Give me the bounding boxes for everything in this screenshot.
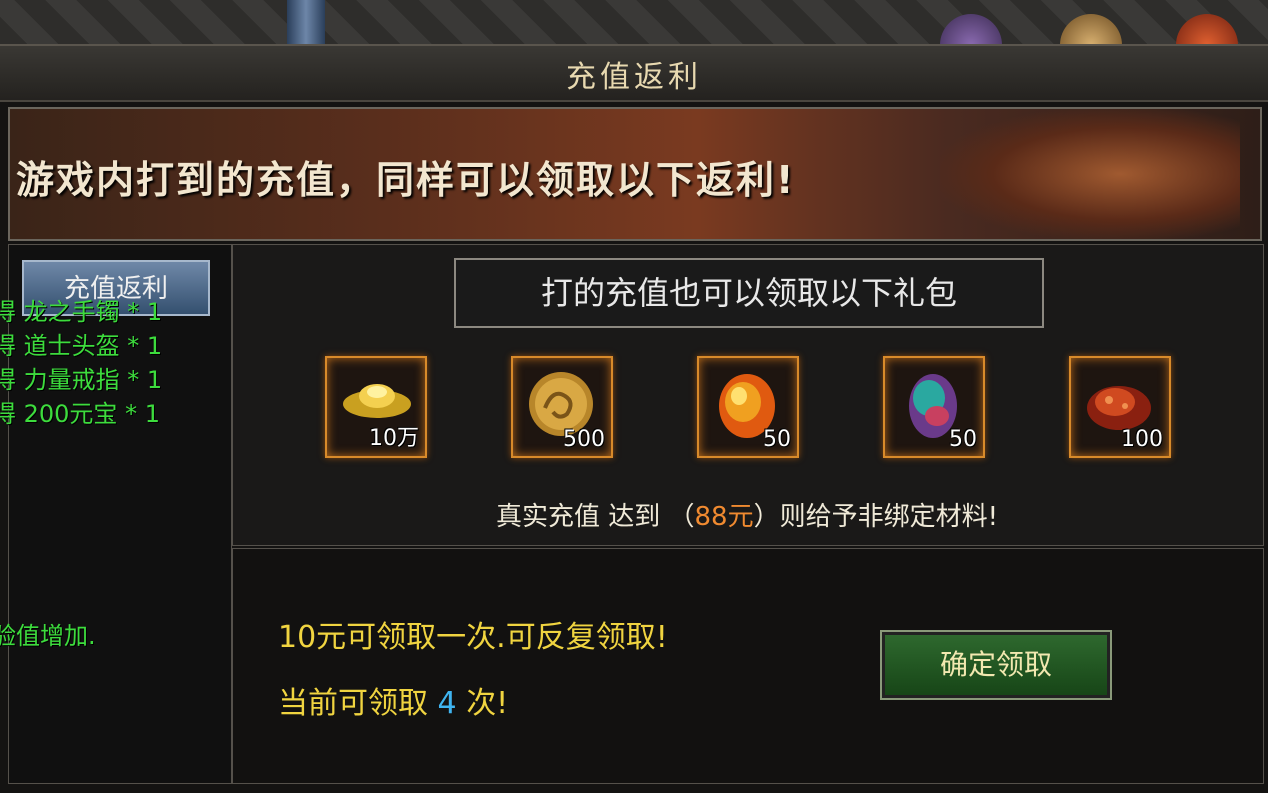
gift-header: 打的充值也可以领取以下礼包	[454, 258, 1044, 328]
chat-line: 得 200元宝 * 1	[0, 400, 160, 428]
gold-ingot-icon	[343, 384, 411, 418]
chat-line: 得 道士头盔 * 1	[0, 332, 163, 360]
chat-line: 得 龙之手镯 * 1	[0, 298, 163, 326]
claim-count-suffix: 次!	[466, 686, 509, 721]
claim-rule: 10元可领取一次.可反复领取!	[278, 620, 668, 655]
gift-qty: 100	[1121, 427, 1163, 452]
banner-text: 游戏内打到的充值，同样可以领取以下返利!	[16, 158, 796, 202]
gift-slot-red-ore[interactable]: 100	[1069, 356, 1171, 458]
gift-qty: 500	[563, 427, 605, 452]
warrior-artwork	[940, 109, 1240, 239]
gift-qty: 50	[949, 427, 977, 452]
panel-title: 充值返利	[566, 60, 702, 95]
gift-slot-rainbow-gem[interactable]: 50	[883, 356, 985, 458]
condition-prefix: 真实充值 达到 （	[495, 502, 695, 532]
background-pillar	[287, 0, 325, 48]
gift-slot-dragon-coin[interactable]: 500	[511, 356, 613, 458]
confirm-claim-button[interactable]: 确定领取	[880, 630, 1112, 700]
recharge-condition: 真实充值 达到 （88元）则给予非绑定材料!	[232, 496, 1262, 533]
chat-line: 验值增加.	[0, 622, 96, 650]
claim-count: 当前可领取 4 次!	[278, 678, 508, 722]
gift-qty: 10万	[369, 426, 419, 451]
condition-suffix: ）则给予非绑定材料!	[753, 502, 999, 532]
gift-qty: 50	[763, 427, 791, 452]
promo-banner: 游戏内打到的充值，同样可以领取以下返利!	[8, 107, 1262, 241]
gift-slot-fire-gem[interactable]: 50	[697, 356, 799, 458]
condition-amount: 88元	[694, 502, 754, 532]
claim-count-value: 4	[437, 686, 457, 721]
chat-line: 得 力量戒指 * 1	[0, 366, 163, 394]
gift-slot-gold-ingot[interactable]: 10万	[325, 356, 427, 458]
claim-count-prefix: 当前可领取	[278, 686, 428, 721]
